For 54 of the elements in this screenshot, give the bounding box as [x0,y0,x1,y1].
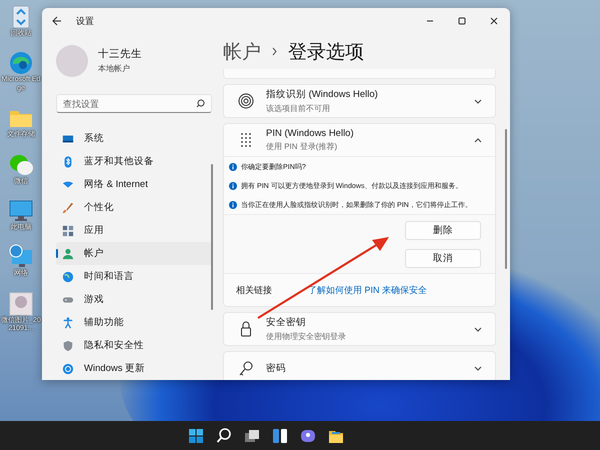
card-title: PIN (Windows Hello) [266,128,355,139]
nav-item[interactable]: Windows 更新 [56,357,212,380]
search-field[interactable]: 查找设置 [56,94,212,113]
person-icon [62,248,74,260]
picture-thumbnail-icon[interactable] [8,290,34,317]
card-title: 密码 [266,362,287,374]
card-subtitle: 使用物理安全密钥登录 [266,331,347,342]
monitor-icon[interactable] [8,198,34,224]
nav-item[interactable]: 系统 [56,127,212,150]
nav-item[interactable]: 蓝牙和其他设备 [56,150,212,173]
card-title: 指纹识别 (Windows Hello) [266,88,379,101]
info-icon [229,182,237,190]
widgets-icon[interactable] [271,426,289,444]
monitor-icon [62,132,74,144]
nav-item[interactable]: 应用 [56,219,212,242]
account-type: 本地帐户 [98,63,131,74]
padlock-icon [238,321,254,337]
breadcrumb-parent: 帐户 [223,40,261,64]
key-icon [238,360,254,376]
close-icon[interactable] [489,16,499,26]
bluetooth-icon [62,156,74,168]
avatar [56,44,88,76]
nav-item[interactable]: 个性化 [56,196,212,219]
globe-icon [62,270,74,282]
card-subtitle: 该选项目前不可用 [266,103,331,114]
accessibility-icon [62,316,74,328]
nav-item[interactable]: 时间和语言 [56,265,212,288]
info-icon [229,162,237,170]
window-title: 设置 [76,14,95,28]
keypad-icon [238,132,254,148]
nav-item[interactable]: 隐私和安全性 [56,334,212,357]
card-subtitle: 使用 PIN 登录(推荐) [266,141,338,152]
search-icon[interactable] [215,426,233,444]
user-name: 十三先生 [98,47,142,61]
related-links-label: 相关链接 [236,284,272,297]
dialog-button[interactable]: 取消 [405,249,481,268]
nav-item[interactable]: 帐户 [56,242,212,265]
card-title: 安全密钥 [266,316,307,329]
start-icon[interactable] [187,426,205,444]
nav-item[interactable]: 辅助功能 [56,311,212,334]
chevron-right-icon [271,47,278,56]
back-arrow-icon[interactable] [52,16,62,26]
maximize-icon[interactable] [457,16,467,26]
page-title: 登录选项 [288,40,364,64]
grid-icon [62,224,74,236]
nav-item[interactable]: 游戏 [56,288,212,311]
nav-item[interactable]: 网络 & Internet [56,173,212,196]
brush-icon [62,202,74,214]
shield-icon [62,340,74,352]
fingerprint-icon [238,93,254,109]
info-icon [229,200,237,208]
dialog-button[interactable]: 删除 [405,221,481,240]
search-icon [196,99,205,108]
wifi-icon [62,178,74,190]
